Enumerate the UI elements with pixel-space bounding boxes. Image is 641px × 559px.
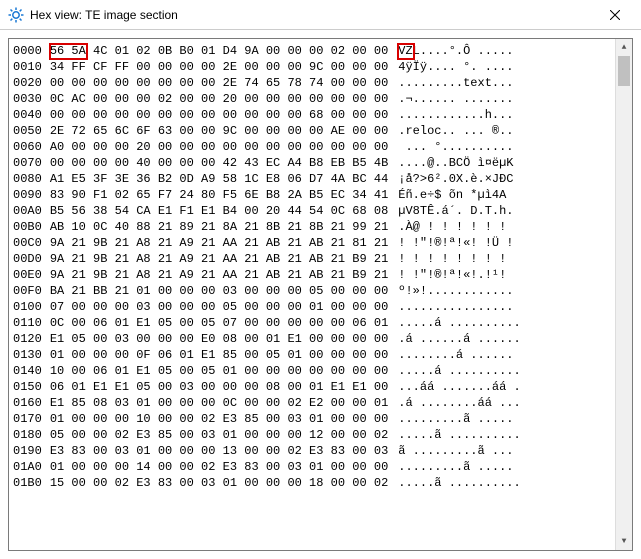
offset-cell: 0140 bbox=[13, 363, 42, 379]
ascii-cell: ! ! ! ! ! ! ! ! bbox=[398, 251, 628, 267]
offset-cell: 0070 bbox=[13, 155, 42, 171]
offset-cell: 00F0 bbox=[13, 283, 42, 299]
hex-cell: E3 83 00 03 01 00 00 00 13 00 00 02 E3 8… bbox=[50, 443, 388, 459]
hex-cell: B5 56 38 54 CA E1 F1 E1 B4 00 20 44 54 0… bbox=[50, 203, 388, 219]
hex-cell: 01 00 00 00 10 00 00 02 E3 85 00 03 01 0… bbox=[50, 411, 388, 427]
offset-cell: 00B0 bbox=[13, 219, 42, 235]
offset-cell: 0160 bbox=[13, 395, 42, 411]
ascii-cell: .¬...... ....... bbox=[398, 91, 628, 107]
ascii-cell: µV8TÊ.á´. D.T.h. bbox=[398, 203, 628, 219]
scroll-down-arrow[interactable]: ▼ bbox=[616, 533, 632, 550]
ascii-cell: º!»!............ bbox=[398, 283, 628, 299]
ascii-cell: .........ã ..... bbox=[398, 411, 628, 427]
offset-column: 0000001000200030004000500060007000800090… bbox=[9, 39, 44, 550]
offset-cell: 01A0 bbox=[13, 459, 42, 475]
ascii-cell: ... °.......... bbox=[398, 139, 628, 155]
ascii-cell: ................ bbox=[398, 299, 628, 315]
hex-cell: A1 E5 3F 3E 36 B2 0D A9 58 1C E8 06 D7 4… bbox=[50, 171, 388, 187]
offset-cell: 01B0 bbox=[13, 475, 42, 491]
ascii-cell: 4ÿÏÿ.... °. .... bbox=[398, 59, 628, 75]
ascii-cell: .....ã .......... bbox=[398, 427, 628, 443]
offset-cell: 0180 bbox=[13, 427, 42, 443]
hex-cell: 0C AC 00 00 00 02 00 00 20 00 00 00 00 0… bbox=[50, 91, 388, 107]
offset-cell: 0100 bbox=[13, 299, 42, 315]
content-area: 0000001000200030004000500060007000800090… bbox=[0, 30, 641, 559]
ascii-cell: ...áá .......áá . bbox=[398, 379, 628, 395]
hex-cell: 00 00 00 00 00 00 00 00 00 00 00 00 68 0… bbox=[50, 107, 388, 123]
hex-cell: A0 00 00 00 20 00 00 00 00 00 00 00 00 0… bbox=[50, 139, 388, 155]
hex-cell: E1 85 08 03 01 00 00 00 0C 00 00 02 E2 0… bbox=[50, 395, 388, 411]
hex-cell: E1 05 00 03 00 00 00 E0 08 00 01 E1 00 0… bbox=[50, 331, 388, 347]
offset-cell: 00D0 bbox=[13, 251, 42, 267]
close-button[interactable] bbox=[592, 0, 637, 30]
offset-cell: 0060 bbox=[13, 139, 42, 155]
offset-cell: 0170 bbox=[13, 411, 42, 427]
scroll-up-arrow[interactable]: ▲ bbox=[616, 39, 632, 56]
hex-panel: 0000001000200030004000500060007000800090… bbox=[8, 38, 633, 551]
hex-cell: 9A 21 9B 21 A8 21 A9 21 AA 21 AB 21 AB 2… bbox=[50, 235, 388, 251]
offset-cell: 0040 bbox=[13, 107, 42, 123]
gear-icon bbox=[8, 7, 24, 23]
hex-cell: 00 00 00 00 00 00 00 00 2E 74 65 78 74 0… bbox=[50, 75, 388, 91]
hex-column: 56 5A 4C 01 02 0B B0 01 D4 9A 00 00 00 0… bbox=[44, 39, 394, 550]
hex-cell: 34 FF CF FF 00 00 00 00 2E 00 00 00 9C 0… bbox=[50, 59, 388, 75]
vertical-scrollbar[interactable]: ▲ ▼ bbox=[615, 39, 632, 550]
hex-cell: 9A 21 9B 21 A8 21 A9 21 AA 21 AB 21 AB 2… bbox=[50, 251, 388, 267]
ascii-cell: ! !″!®!ª!«!.!¹! bbox=[398, 267, 628, 283]
ascii-cell: Éñ.e÷$ õn *µì4A bbox=[398, 187, 628, 203]
offset-cell: 0000 bbox=[13, 43, 42, 59]
offset-cell: 0080 bbox=[13, 171, 42, 187]
ascii-cell: ....@..BCÖ ì¤ëµK bbox=[398, 155, 628, 171]
offset-cell: 00C0 bbox=[13, 235, 42, 251]
hex-cell: 0C 00 06 01 E1 05 00 05 07 00 00 00 00 0… bbox=[50, 315, 388, 331]
ascii-cell: ã .........ã ... bbox=[398, 443, 628, 459]
hex-cell: 01 00 00 00 14 00 00 02 E3 83 00 03 01 0… bbox=[50, 459, 388, 475]
offset-cell: 0150 bbox=[13, 379, 42, 395]
ascii-cell: ............h... bbox=[398, 107, 628, 123]
hex-cell: 2E 72 65 6C 6F 63 00 00 9C 00 00 00 00 A… bbox=[50, 123, 388, 139]
ascii-cell: VZL....°.Ô ..... bbox=[398, 43, 628, 59]
ascii-column: VZL....°.Ô .....4ÿÏÿ.... °. ............… bbox=[394, 39, 632, 550]
hex-cell: 10 00 06 01 E1 05 00 05 01 00 00 00 00 0… bbox=[50, 363, 388, 379]
hex-cell: 15 00 00 02 E3 83 00 03 01 00 00 00 18 0… bbox=[50, 475, 388, 491]
titlebar: Hex view: TE image section bbox=[0, 0, 641, 30]
ascii-cell: .....ã .......... bbox=[398, 475, 628, 491]
ascii-cell: .À@ ! ! ! ! ! ! bbox=[398, 219, 628, 235]
hex-cell: 56 5A 4C 01 02 0B B0 01 D4 9A 00 00 00 0… bbox=[50, 43, 388, 59]
ascii-cell: .reloc.. ... ®.. bbox=[398, 123, 628, 139]
offset-cell: 0050 bbox=[13, 123, 42, 139]
offset-cell: 0130 bbox=[13, 347, 42, 363]
ascii-cell: ! !″!®!ª!«! !Ü ! bbox=[398, 235, 628, 251]
hex-cell: 01 00 00 00 0F 06 01 E1 85 00 05 01 00 0… bbox=[50, 347, 388, 363]
ascii-cell: .....á .......... bbox=[398, 363, 628, 379]
hex-cell: 83 90 F1 02 65 F7 24 80 F5 6E B8 2A B5 E… bbox=[50, 187, 388, 203]
ascii-cell: .........text... bbox=[398, 75, 628, 91]
offset-cell: 0030 bbox=[13, 91, 42, 107]
offset-cell: 0090 bbox=[13, 187, 42, 203]
ascii-cell: .........ã ..... bbox=[398, 459, 628, 475]
offset-cell: 0010 bbox=[13, 59, 42, 75]
offset-cell: 00A0 bbox=[13, 203, 42, 219]
offset-cell: 0110 bbox=[13, 315, 42, 331]
ascii-cell: ........á ...... bbox=[398, 347, 628, 363]
scroll-track[interactable] bbox=[616, 56, 632, 533]
offset-cell: 0190 bbox=[13, 443, 42, 459]
hex-cell: 9A 21 9B 21 A8 21 A9 21 AA 21 AB 21 AB 2… bbox=[50, 267, 388, 283]
offset-cell: 0120 bbox=[13, 331, 42, 347]
ascii-cell: .á ........áá ... bbox=[398, 395, 628, 411]
ascii-cell: .á ......á ...... bbox=[398, 331, 628, 347]
hex-cell: 05 00 00 02 E3 85 00 03 01 00 00 00 12 0… bbox=[50, 427, 388, 443]
ascii-cell: .....á .......... bbox=[398, 315, 628, 331]
ascii-cell: ¡å?>6².0X.è.×JÐC bbox=[398, 171, 628, 187]
hex-cell: AB 10 0C 40 88 21 89 21 8A 21 8B 21 8B 2… bbox=[50, 219, 388, 235]
window-title: Hex view: TE image section bbox=[30, 8, 592, 22]
hex-cell: BA 21 BB 21 01 00 00 00 03 00 00 00 05 0… bbox=[50, 283, 388, 299]
scroll-thumb[interactable] bbox=[618, 56, 630, 86]
offset-cell: 0020 bbox=[13, 75, 42, 91]
offset-cell: 00E0 bbox=[13, 267, 42, 283]
hex-cell: 06 01 E1 E1 05 00 03 00 00 00 08 00 01 E… bbox=[50, 379, 388, 395]
hex-cell: 00 00 00 00 40 00 00 00 42 43 EC A4 B8 E… bbox=[50, 155, 388, 171]
hex-cell: 07 00 00 00 03 00 00 00 05 00 00 00 01 0… bbox=[50, 299, 388, 315]
